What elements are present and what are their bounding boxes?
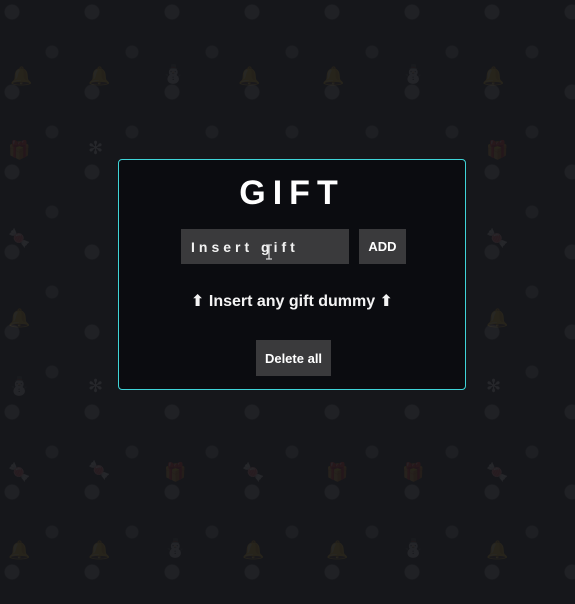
candy-cane-icon: 🍬 <box>8 228 31 249</box>
gift-icon: 🎁 <box>486 140 509 161</box>
holly-icon: ✻ <box>88 376 104 397</box>
gift-hint: ⬆ Insert any gift dummy ⬆ <box>191 293 393 310</box>
snowman-icon: ⛄ <box>8 376 31 397</box>
gift-icon: 🎁 <box>8 140 31 161</box>
candy-cane-icon: 🍬 <box>486 228 509 249</box>
bell-icon: 🔔 <box>482 66 505 87</box>
candy-cane-icon: 🍬 <box>486 462 509 483</box>
bell-icon: 🔔 <box>238 66 261 87</box>
delete-all-button[interactable]: Delete all <box>256 340 331 376</box>
holly-icon: ✻ <box>88 138 104 159</box>
bell-icon: 🔔 <box>486 308 509 329</box>
app-title: GIFT <box>239 174 345 212</box>
holly-icon: ✻ <box>486 376 502 397</box>
bell-icon: 🔔 <box>486 540 509 561</box>
snowman-icon: ⛄ <box>402 538 425 559</box>
bell-icon: 🔔 <box>8 540 31 561</box>
candy-cane-icon: 🍬 <box>88 460 111 481</box>
snowman-icon: ⛄ <box>162 64 185 85</box>
bell-icon: 🔔 <box>242 540 265 561</box>
snowman-icon: ⛄ <box>164 538 187 559</box>
add-button[interactable]: ADD <box>359 229 406 264</box>
candy-cane-icon: 🍬 <box>8 462 31 483</box>
bell-icon: 🔔 <box>8 308 31 329</box>
bell-icon: 🔔 <box>10 66 33 87</box>
gift-card: GIFT ADD ⬆ Insert any gift dummy ⬆ Delet… <box>118 159 466 390</box>
gift-icon: 🎁 <box>326 462 349 483</box>
gift-icon: 🎁 <box>164 462 187 483</box>
gift-icon: 🎁 <box>402 462 425 483</box>
text-cursor-icon <box>266 244 272 260</box>
bell-icon: 🔔 <box>322 66 345 87</box>
snowman-icon: ⛄ <box>402 64 425 85</box>
bell-icon: 🔔 <box>88 66 111 87</box>
bell-icon: 🔔 <box>88 540 111 561</box>
candy-cane-icon: 🍬 <box>242 462 265 483</box>
bell-icon: 🔔 <box>326 540 349 561</box>
